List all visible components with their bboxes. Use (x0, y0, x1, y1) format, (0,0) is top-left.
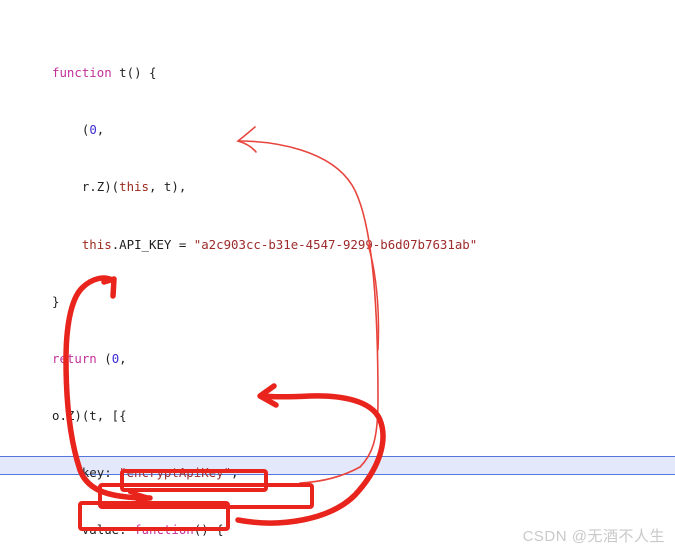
csdn-watermark: CSDN @无酒不人生 (522, 528, 665, 545)
code-block[interactable]: function t() { (0, r.Z)(this, t), this.A… (0, 6, 675, 556)
code-line[interactable]: r.Z)(this, t), (0, 177, 675, 196)
code-editor[interactable]: function t() { (0, r.Z)(this, t), this.A… (0, 0, 675, 556)
code-line[interactable]: (0, (0, 120, 675, 139)
code-line[interactable]: } (0, 292, 675, 311)
code-line[interactable]: o.Z)(t, [{ (0, 406, 675, 425)
code-line[interactable]: key: "encryptApiKey", (0, 463, 675, 482)
code-line-api-key[interactable]: this.API_KEY = "a2c903cc-b31e-4547-9299-… (0, 235, 675, 254)
code-line[interactable]: function t() { (0, 63, 675, 82)
code-line[interactable]: return (0, (0, 349, 675, 368)
